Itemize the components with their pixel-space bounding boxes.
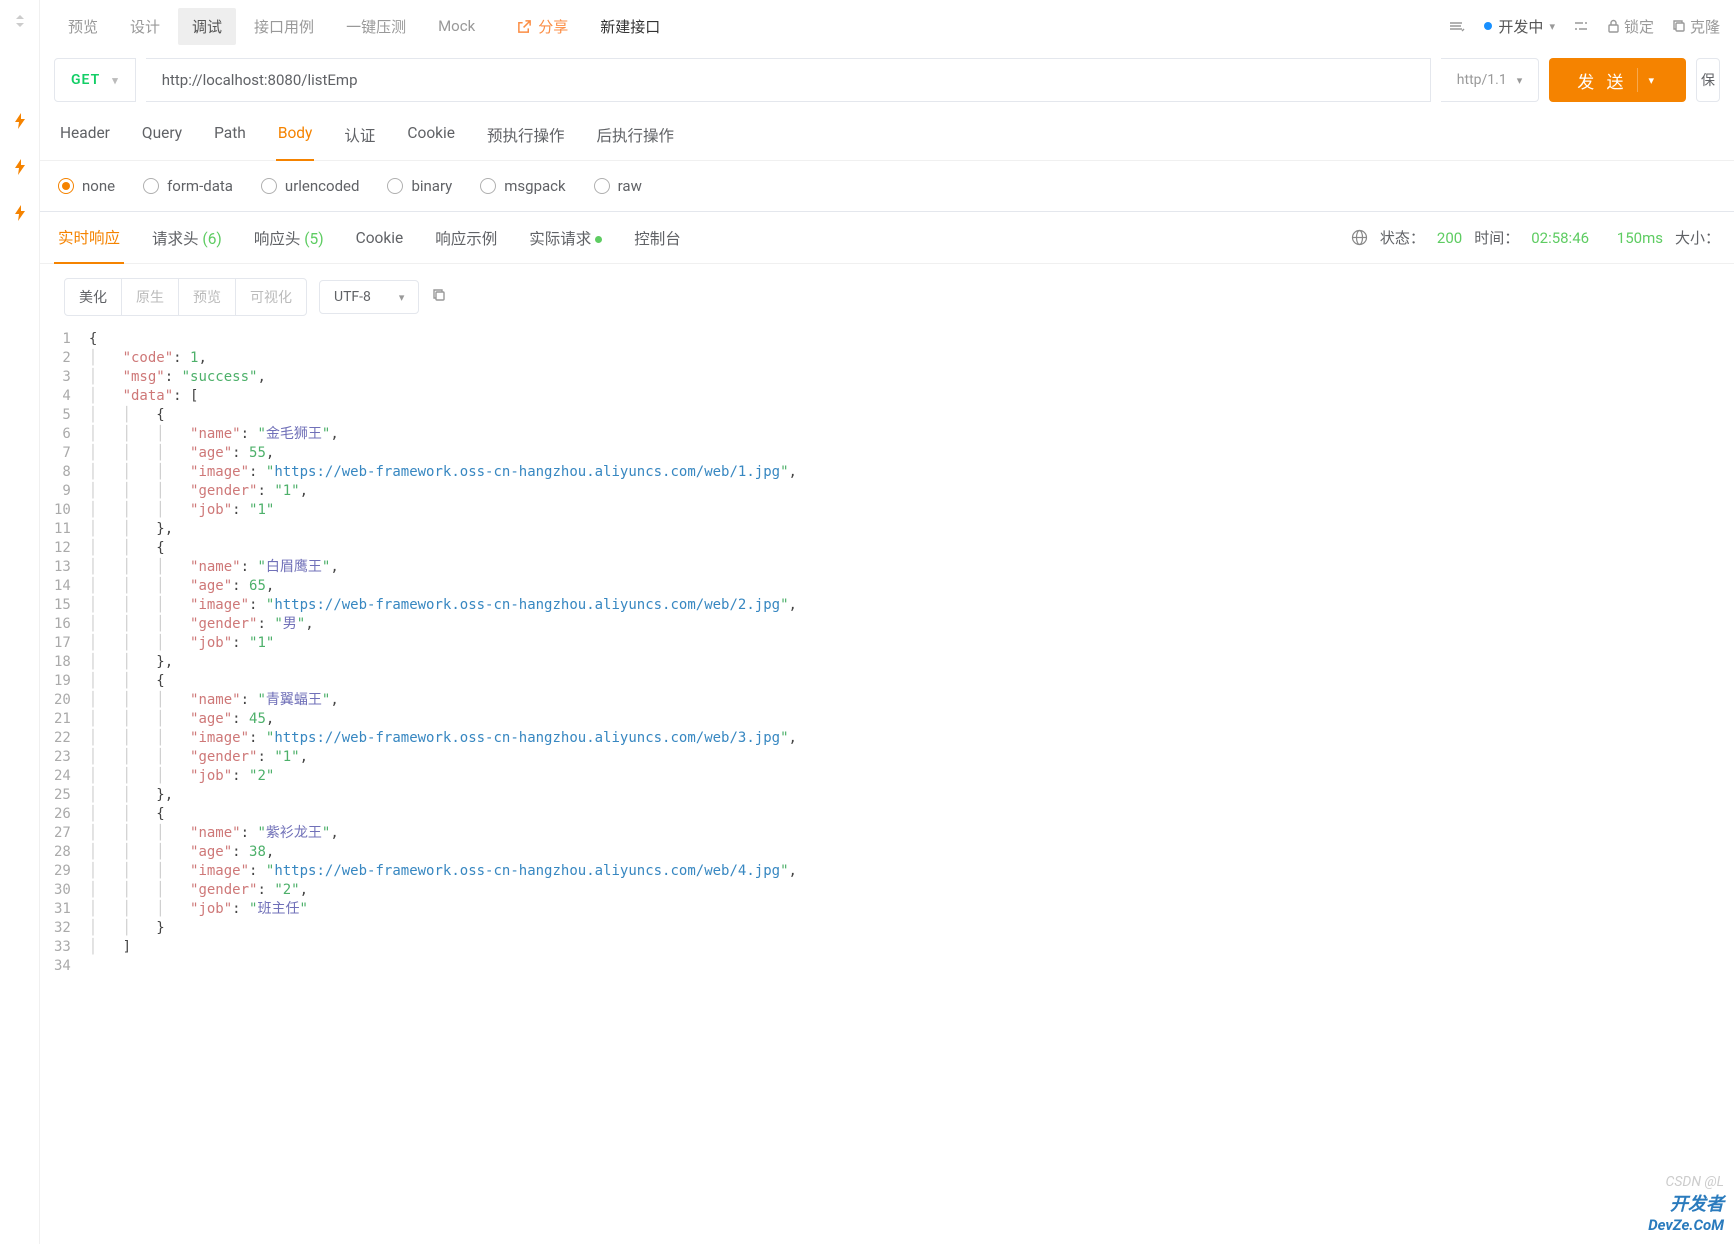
time-clock: 02:58:46 bbox=[1531, 229, 1589, 247]
radio-dot-icon bbox=[594, 178, 610, 194]
tab-mock[interactable]: Mock bbox=[424, 9, 489, 43]
lock-label: 锁定 bbox=[1624, 16, 1654, 37]
expand-icon[interactable] bbox=[9, 10, 31, 32]
protocol-label: http/1.1 bbox=[1457, 72, 1507, 88]
tab-pre-script[interactable]: 预执行操作 bbox=[485, 112, 567, 160]
format-beautify[interactable]: 美化 bbox=[65, 279, 122, 315]
tab-query[interactable]: Query bbox=[140, 112, 184, 160]
format-bar: 美化 原生 预览 可视化 UTF-8 ▾ bbox=[40, 264, 1734, 330]
watermark-devze2: DevZe.CoM bbox=[1648, 1216, 1724, 1234]
size-label: 大小： bbox=[1675, 227, 1720, 248]
radio-binary[interactable]: binary bbox=[387, 177, 452, 195]
format-preview[interactable]: 预览 bbox=[179, 279, 236, 315]
chevron-down-icon: ▾ bbox=[112, 74, 119, 87]
format-raw[interactable]: 原生 bbox=[122, 279, 179, 315]
sidebar bbox=[0, 0, 40, 1244]
status-dot-icon bbox=[595, 236, 602, 243]
radio-dot-icon bbox=[58, 178, 74, 194]
radio-none[interactable]: none bbox=[58, 177, 115, 195]
radio-dot-icon bbox=[143, 178, 159, 194]
radio-dot-icon bbox=[480, 178, 496, 194]
status-code: 200 bbox=[1437, 229, 1462, 247]
method-label: GET bbox=[71, 72, 100, 88]
tab-debug[interactable]: 调试 bbox=[178, 8, 236, 45]
chevron-down-icon: ▾ bbox=[1549, 20, 1555, 33]
send-button[interactable]: 发 送 ▾ bbox=[1549, 58, 1686, 102]
url-value: http://localhost:8080/listEmp bbox=[162, 71, 358, 89]
status-dot-icon bbox=[1484, 22, 1492, 30]
radio-form-data[interactable]: form-data bbox=[143, 177, 233, 195]
lightning-icon-2[interactable] bbox=[9, 156, 31, 178]
save-button[interactable]: 保 bbox=[1696, 58, 1720, 102]
tab-cookie[interactable]: Cookie bbox=[405, 112, 457, 160]
tab-share[interactable]: 分享 bbox=[503, 8, 582, 45]
watermark-csdn: CSDN @L bbox=[1648, 1174, 1724, 1190]
globe-icon[interactable] bbox=[1351, 229, 1368, 246]
watermark-devze: 开发者 bbox=[1648, 1190, 1724, 1216]
tab-console[interactable]: 控制台 bbox=[630, 213, 685, 263]
response-tabs: 实时响应 请求头 (6) 响应头 (5) Cookie 响应示例 实际请求 控制… bbox=[40, 211, 1734, 264]
response-code-viewer[interactable]: 1234567891011121314151617181920212223242… bbox=[40, 330, 1734, 976]
lightning-icon[interactable] bbox=[9, 110, 31, 132]
env-icon[interactable] bbox=[1448, 19, 1466, 33]
tab-api-case[interactable]: 接口用例 bbox=[240, 8, 328, 45]
divider bbox=[1637, 68, 1638, 92]
radio-raw[interactable]: raw bbox=[594, 177, 642, 195]
radio-msgpack[interactable]: msgpack bbox=[480, 177, 565, 195]
tab-response-cookie[interactable]: Cookie bbox=[352, 215, 408, 261]
lightning-icon-3[interactable] bbox=[9, 202, 31, 224]
send-label: 发 送 bbox=[1577, 68, 1627, 93]
tab-post-script[interactable]: 后执行操作 bbox=[595, 112, 677, 160]
body-type-radios: none form-data urlencoded binary msgpack… bbox=[40, 161, 1734, 211]
protocol-select[interactable]: http/1.1 ▾ bbox=[1441, 58, 1539, 102]
request-row: GET ▾ http://localhost:8080/listEmp http… bbox=[40, 48, 1734, 112]
chevron-down-icon: ▾ bbox=[399, 291, 405, 304]
tab-new-api[interactable]: 新建接口 bbox=[586, 8, 674, 45]
copy-icon[interactable] bbox=[431, 287, 447, 307]
radio-dot-icon bbox=[387, 178, 403, 194]
tab-auth[interactable]: 认证 bbox=[342, 112, 377, 160]
chevron-down-icon: ▾ bbox=[1517, 74, 1523, 87]
encoding-select[interactable]: UTF-8 ▾ bbox=[319, 280, 419, 314]
watermark: CSDN @L 开发者 DevZe.CoM bbox=[1648, 1174, 1724, 1234]
tab-design[interactable]: 设计 bbox=[116, 8, 174, 45]
share-label: 分享 bbox=[538, 16, 568, 37]
clone-action[interactable]: 克隆 bbox=[1672, 16, 1720, 37]
radio-dot-icon bbox=[261, 178, 277, 194]
tab-realtime-response[interactable]: 实时响应 bbox=[54, 212, 124, 264]
clone-label: 克隆 bbox=[1690, 16, 1720, 37]
top-tabs: 预览 设计 调试 接口用例 一键压测 Mock 分享 新建接口 开发中 ▾ bbox=[40, 0, 1734, 48]
tab-path[interactable]: Path bbox=[212, 112, 248, 160]
tab-body[interactable]: Body bbox=[276, 112, 315, 161]
method-select[interactable]: GET ▾ bbox=[54, 58, 136, 102]
format-visual[interactable]: 可视化 bbox=[236, 279, 306, 315]
status-label: 状态： bbox=[1380, 227, 1425, 248]
tab-load-test[interactable]: 一键压测 bbox=[332, 8, 420, 45]
request-tabs: Header Query Path Body 认证 Cookie 预执行操作 后… bbox=[40, 112, 1734, 161]
status-label: 开发中 bbox=[1498, 16, 1543, 37]
tab-response-header[interactable]: 响应头 (5) bbox=[250, 213, 328, 263]
encoding-label: UTF-8 bbox=[334, 289, 371, 305]
dev-status-select[interactable]: 开发中 ▾ bbox=[1484, 16, 1555, 37]
chevron-down-icon[interactable]: ▾ bbox=[1648, 74, 1658, 87]
time-label: 时间： bbox=[1474, 227, 1519, 248]
lock-action[interactable]: 锁定 bbox=[1607, 16, 1654, 37]
tab-preview[interactable]: 预览 bbox=[54, 8, 112, 45]
diff-icon[interactable] bbox=[1573, 19, 1589, 33]
tab-response-example[interactable]: 响应示例 bbox=[431, 213, 501, 263]
tab-request-header[interactable]: 请求头 (6) bbox=[148, 213, 226, 263]
radio-urlencoded[interactable]: urlencoded bbox=[261, 177, 360, 195]
tab-actual-request[interactable]: 实际请求 bbox=[525, 213, 606, 263]
time-ms: 150ms bbox=[1617, 229, 1663, 247]
tab-header[interactable]: Header bbox=[58, 112, 112, 160]
url-input[interactable]: http://localhost:8080/listEmp bbox=[146, 58, 1431, 102]
